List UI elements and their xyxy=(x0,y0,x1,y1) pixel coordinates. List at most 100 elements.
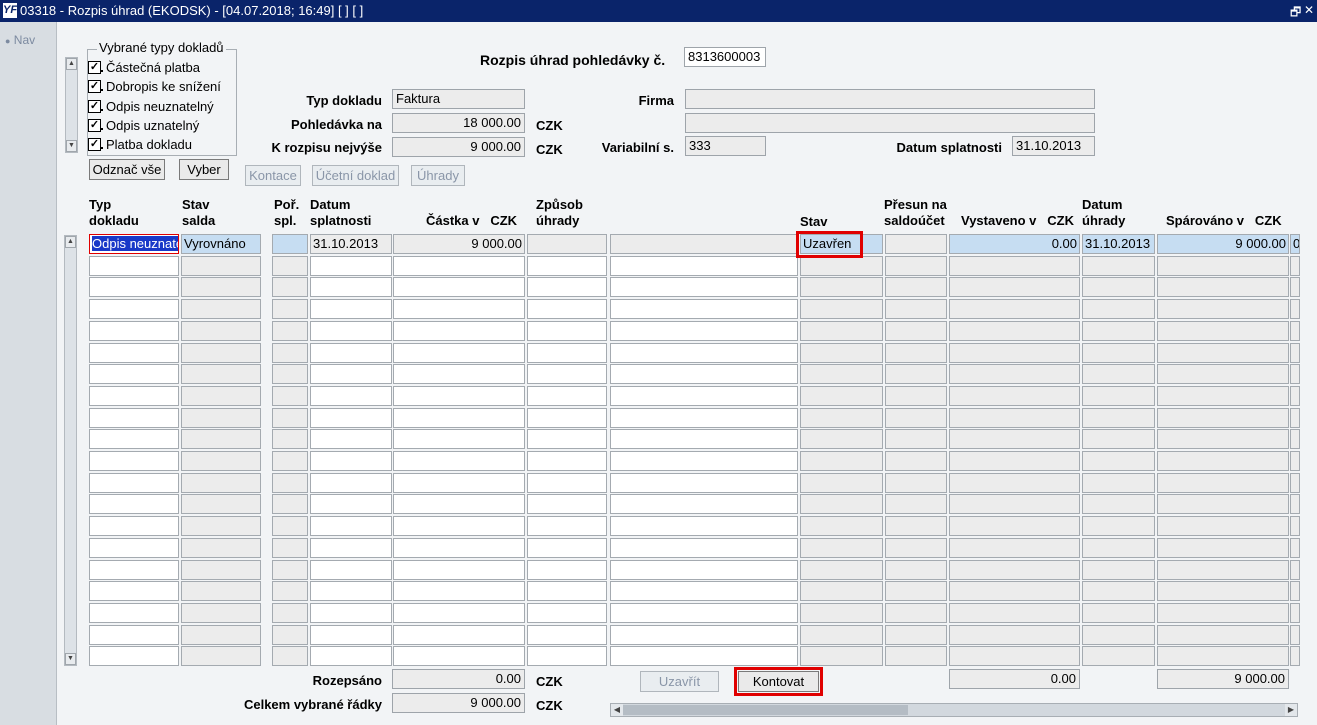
row1-typ-dokladu[interactable]: Odpis neuznatelný xyxy=(89,234,179,254)
grid-empty-cell[interactable] xyxy=(89,321,179,341)
grid-empty-cell[interactable] xyxy=(800,321,883,341)
restore-icon[interactable]: 🗗 xyxy=(1290,3,1301,24)
scroll-right-icon[interactable]: ▶ xyxy=(1285,704,1297,716)
grid-empty-cell[interactable] xyxy=(949,603,1080,623)
grid-empty-cell[interactable] xyxy=(1157,581,1289,601)
grid-empty-cell[interactable] xyxy=(885,321,947,341)
grid-empty-cell[interactable] xyxy=(272,603,308,623)
grid-empty-cell[interactable] xyxy=(393,321,525,341)
grid-empty-cell[interactable] xyxy=(1082,625,1155,645)
grid-empty-cell[interactable] xyxy=(610,603,798,623)
grid-empty-cell[interactable] xyxy=(1082,581,1155,601)
grid-empty-cell[interactable] xyxy=(1157,429,1289,449)
grid-empty-cell[interactable] xyxy=(527,603,607,623)
scroll-down-icon[interactable]: ▼ xyxy=(65,653,76,665)
grid-empty-cell[interactable] xyxy=(1290,364,1300,384)
grid-empty-cell[interactable] xyxy=(800,408,883,428)
grid-empty-cell[interactable] xyxy=(949,364,1080,384)
grid-empty-cell[interactable] xyxy=(527,429,607,449)
grid-empty-cell[interactable] xyxy=(1082,473,1155,493)
grid-empty-cell[interactable] xyxy=(272,646,308,666)
row1-castka[interactable]: 9 000.00 xyxy=(393,234,525,254)
grid-empty-cell[interactable] xyxy=(1157,646,1289,666)
grid-empty-cell[interactable] xyxy=(272,364,308,384)
grid-empty-cell[interactable] xyxy=(949,256,1080,276)
grid-empty-cell[interactable] xyxy=(310,581,392,601)
vystaveno-total-field[interactable]: 0.00 xyxy=(949,669,1080,689)
grid-empty-cell[interactable] xyxy=(272,538,308,558)
grid-empty-cell[interactable] xyxy=(310,299,392,319)
grid-empty-cell[interactable] xyxy=(610,538,798,558)
grid-empty-cell[interactable] xyxy=(1157,451,1289,471)
grid-empty-cell[interactable] xyxy=(272,408,308,428)
grid-empty-cell[interactable] xyxy=(393,581,525,601)
sparovano-total-field[interactable]: 9 000.00 xyxy=(1157,669,1289,689)
grid-empty-cell[interactable] xyxy=(527,408,607,428)
grid-empty-cell[interactable] xyxy=(949,277,1080,297)
grid-empty-cell[interactable] xyxy=(181,299,261,319)
grid-empty-cell[interactable] xyxy=(89,256,179,276)
grid-empty-cell[interactable] xyxy=(610,560,798,580)
grid-empty-cell[interactable] xyxy=(393,646,525,666)
grid-empty-cell[interactable] xyxy=(527,343,607,363)
grid-empty-cell[interactable] xyxy=(393,429,525,449)
grid-empty-cell[interactable] xyxy=(949,473,1080,493)
row1-por-spl[interactable] xyxy=(272,234,308,254)
grid-empty-cell[interactable] xyxy=(393,603,525,623)
grid-empty-cell[interactable] xyxy=(393,299,525,319)
grid-empty-cell[interactable] xyxy=(89,538,179,558)
grid-empty-cell[interactable] xyxy=(272,343,308,363)
grid-empty-cell[interactable] xyxy=(272,625,308,645)
grid-empty-cell[interactable] xyxy=(393,256,525,276)
grid-empty-cell[interactable] xyxy=(89,408,179,428)
row1-poznamka[interactable] xyxy=(610,234,798,254)
grid-empty-cell[interactable] xyxy=(1082,321,1155,341)
grid-empty-cell[interactable] xyxy=(310,494,392,514)
grid-empty-cell[interactable] xyxy=(181,277,261,297)
grid-empty-cell[interactable] xyxy=(1082,343,1155,363)
grid-empty-cell[interactable] xyxy=(610,321,798,341)
grid-empty-cell[interactable] xyxy=(89,473,179,493)
grid-empty-cell[interactable] xyxy=(610,408,798,428)
grid-empty-cell[interactable] xyxy=(527,321,607,341)
grid-empty-cell[interactable] xyxy=(393,494,525,514)
grid-empty-cell[interactable] xyxy=(310,364,392,384)
grid-empty-cell[interactable] xyxy=(1290,451,1300,471)
grid-empty-cell[interactable] xyxy=(393,386,525,406)
unselect-all-button[interactable]: Odznač vše xyxy=(89,159,165,180)
checkbox-dobropis[interactable]: ✓ Dobropis ke snížení xyxy=(88,77,234,96)
grid-empty-cell[interactable] xyxy=(181,343,261,363)
grid-empty-cell[interactable] xyxy=(1082,603,1155,623)
grid-empty-cell[interactable] xyxy=(885,494,947,514)
grid-empty-cell[interactable] xyxy=(949,538,1080,558)
grid-empty-cell[interactable] xyxy=(949,451,1080,471)
rozpis-number-field[interactable]: 8313600003 xyxy=(684,47,766,67)
grid-empty-cell[interactable] xyxy=(1290,256,1300,276)
grid-empty-cell[interactable] xyxy=(527,516,607,536)
grid-empty-cell[interactable] xyxy=(1082,646,1155,666)
grid-empty-cell[interactable] xyxy=(527,277,607,297)
grid-empty-cell[interactable] xyxy=(949,429,1080,449)
grid-empty-cell[interactable] xyxy=(272,473,308,493)
grid-empty-cell[interactable] xyxy=(393,364,525,384)
grid-empty-cell[interactable] xyxy=(1157,386,1289,406)
grid-empty-cell[interactable] xyxy=(272,386,308,406)
grid-empty-cell[interactable] xyxy=(1157,256,1289,276)
grid-empty-cell[interactable] xyxy=(1290,538,1300,558)
grid-empty-cell[interactable] xyxy=(527,451,607,471)
grid-empty-cell[interactable] xyxy=(1157,538,1289,558)
grid-empty-cell[interactable] xyxy=(310,256,392,276)
grid-empty-cell[interactable] xyxy=(800,429,883,449)
nav-toggle[interactable]: ● Nav xyxy=(5,33,35,47)
grid-empty-cell[interactable] xyxy=(949,321,1080,341)
grid-empty-cell[interactable] xyxy=(885,560,947,580)
row1-presun[interactable] xyxy=(885,234,947,254)
grid-empty-cell[interactable] xyxy=(800,646,883,666)
grid-empty-cell[interactable] xyxy=(1157,473,1289,493)
grid-empty-cell[interactable] xyxy=(1157,603,1289,623)
grid-empty-cell[interactable] xyxy=(1157,299,1289,319)
grid-empty-cell[interactable] xyxy=(885,343,947,363)
checkbox-castecna-platba[interactable]: ✓ Částečná platba xyxy=(88,58,234,77)
grid-empty-cell[interactable] xyxy=(272,581,308,601)
grid-empty-cell[interactable] xyxy=(181,451,261,471)
